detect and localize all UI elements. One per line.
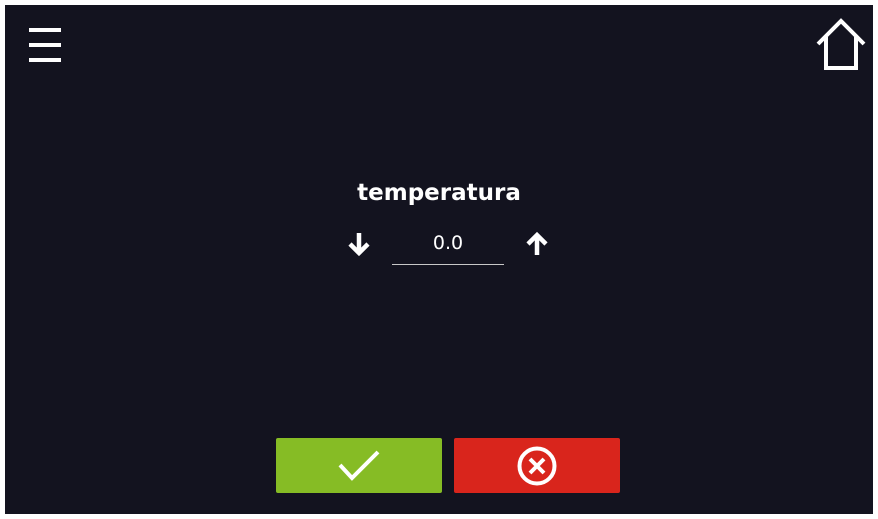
- cancel-button[interactable]: [454, 438, 620, 493]
- setting-label: temperatura: [357, 180, 521, 206]
- menu-button[interactable]: [23, 23, 67, 67]
- temperature-value-field[interactable]: 0.0: [392, 228, 504, 265]
- checkmark-icon: [338, 450, 380, 481]
- cancel-x-circle-icon: [517, 446, 557, 485]
- home-button[interactable]: [815, 16, 867, 72]
- device-screen: temperatura 0.0: [5, 5, 873, 514]
- increment-button[interactable]: [522, 229, 552, 259]
- arrow-up-icon: [526, 231, 548, 255]
- decrement-button[interactable]: [344, 229, 374, 259]
- home-icon: [816, 18, 866, 70]
- hamburger-menu-icon: [29, 28, 61, 62]
- confirm-button[interactable]: [276, 438, 442, 493]
- arrow-down-icon: [348, 233, 370, 257]
